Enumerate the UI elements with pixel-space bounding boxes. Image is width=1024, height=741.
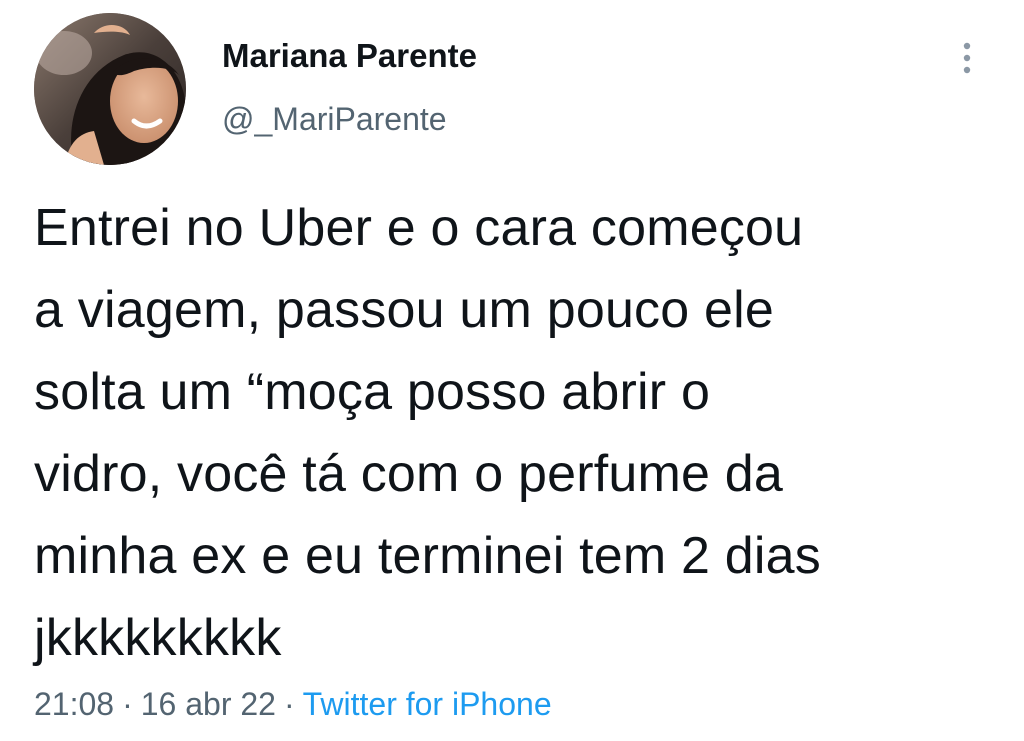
- metadata-separator: ·: [283, 686, 295, 722]
- tweet-date[interactable]: 16 abr 22: [141, 686, 276, 722]
- more-vertical-icon: [963, 42, 971, 74]
- tweet-text: Entrei no Uber e o cara começou a viagem…: [34, 199, 821, 667]
- author-avatar[interactable]: [34, 13, 186, 165]
- tweet-time[interactable]: 21:08: [34, 686, 114, 722]
- author-info: Mariana Parente @_MariParente: [222, 34, 477, 139]
- author-display-name[interactable]: Mariana Parente: [222, 34, 477, 78]
- metadata-separator: ·: [122, 686, 133, 722]
- avatar-photo-icon: [34, 13, 186, 165]
- tweet-card: Mariana Parente @_MariParente Entrei no …: [0, 0, 1024, 741]
- author-handle[interactable]: @_MariParente: [222, 99, 477, 139]
- tweet-metadata: 21:08 · 16 abr 22 · Twitter for iPhone: [34, 684, 552, 724]
- tweet-source-link[interactable]: Twitter for iPhone: [303, 686, 552, 722]
- more-options-button[interactable]: [950, 36, 984, 80]
